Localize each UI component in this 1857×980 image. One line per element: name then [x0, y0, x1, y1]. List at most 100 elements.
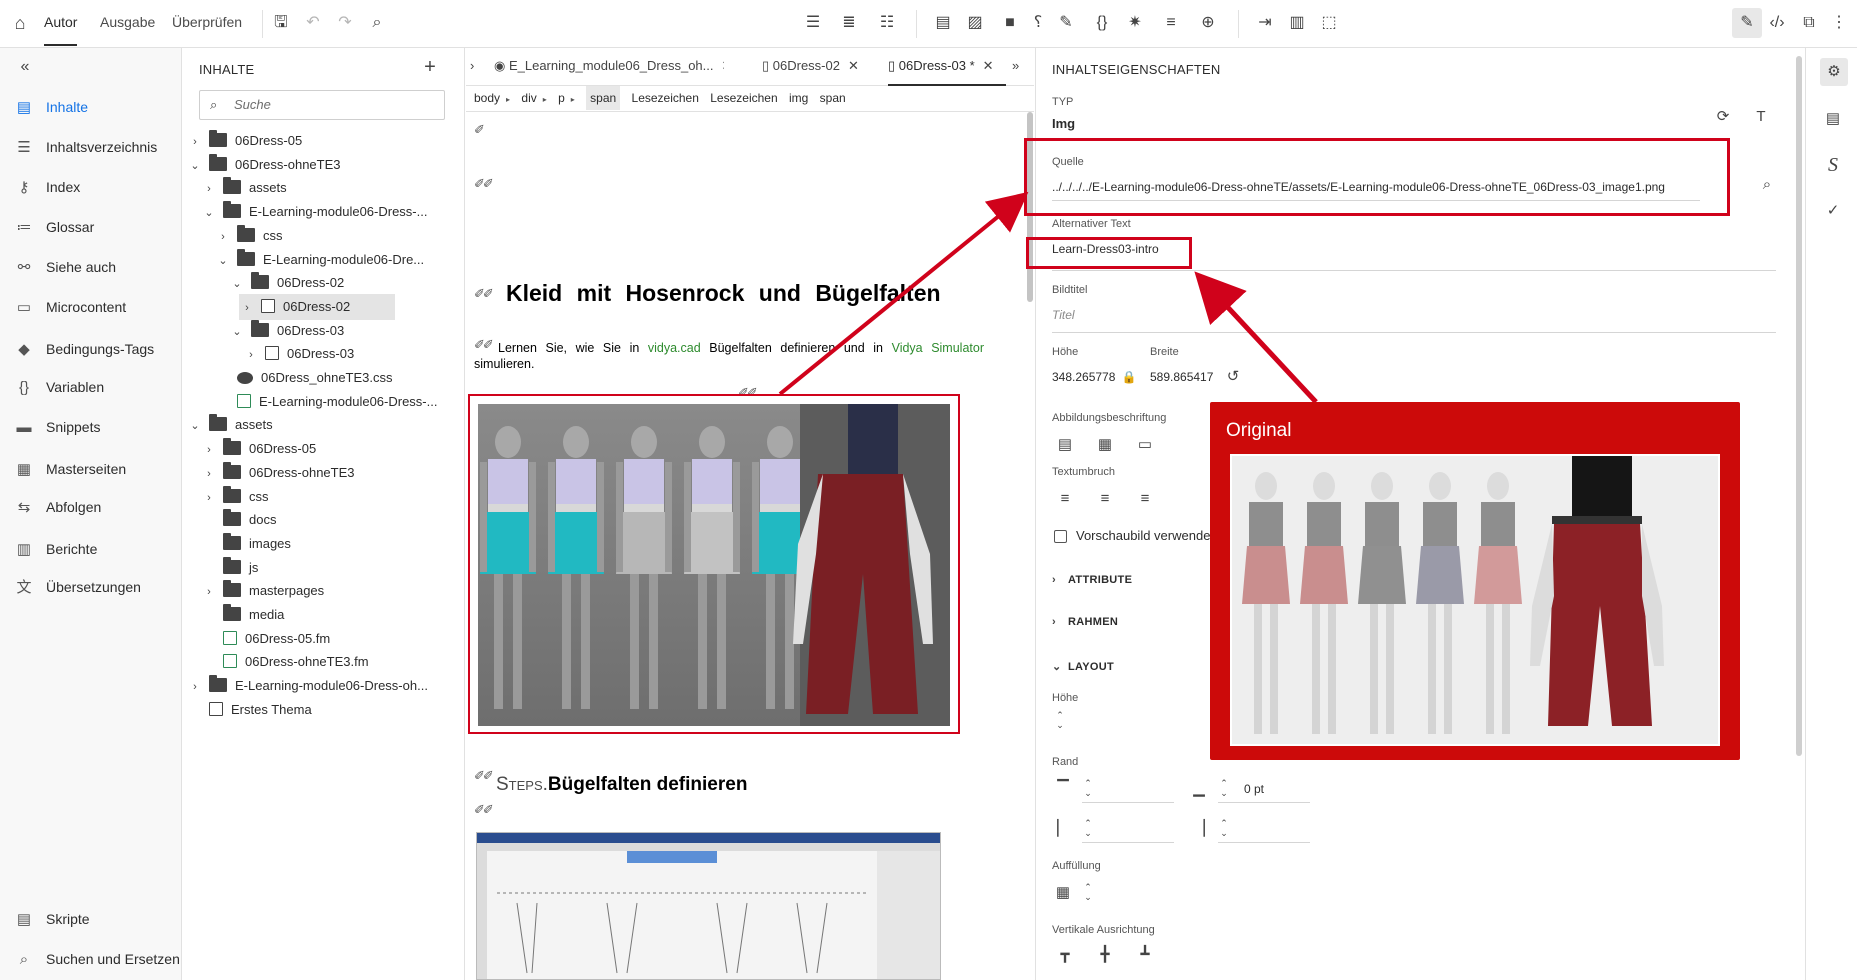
- section-attribute[interactable]: › ATTRIBUTE: [1052, 574, 1132, 586]
- align-bottom-icon[interactable]: ┻: [1134, 944, 1156, 966]
- find-replace-icon[interactable]: ⌕: [366, 12, 388, 34]
- insert-variable-icon[interactable]: {}: [1091, 12, 1113, 34]
- insert-snippet-icon[interactable]: ✷: [1124, 12, 1146, 34]
- add-circle-icon[interactable]: ⊕: [1197, 12, 1219, 34]
- nav-item-masterseiten[interactable]: ▦ Masterseiten: [14, 456, 126, 482]
- preview-icon[interactable]: ⧉: [1798, 12, 1820, 34]
- tree-folder-row[interactable]: ⌄ E-Learning-module06-Dress-...: [201, 199, 463, 225]
- crumb-p[interactable]: p: [558, 86, 565, 110]
- vidya-simulator-link[interactable]: Vidya Simulator: [892, 341, 984, 355]
- crumb-div[interactable]: div: [521, 86, 536, 110]
- nav-item-berichte[interactable]: ▥ Berichte: [14, 536, 97, 562]
- close-icon[interactable]: ✕: [848, 58, 859, 73]
- save-icon[interactable]: 🖫: [270, 12, 292, 34]
- tree-file-row[interactable]: › 06Dress-03: [243, 341, 463, 367]
- nav-item-siehe-auch[interactable]: ⚯ Siehe auch: [14, 254, 116, 280]
- margin-top-stepper[interactable]: ⌃ ⌄: [1082, 778, 1094, 798]
- margin-bottom-value[interactable]: 0 pt: [1244, 782, 1264, 796]
- outdent-list-icon[interactable]: ☷: [876, 12, 898, 34]
- nav-item-abfolgen[interactable]: ⇆ Abfolgen: [14, 494, 102, 520]
- add-icon[interactable]: +: [419, 56, 441, 78]
- intro-paragraph[interactable]: Lernen Sie, wie Sie in vidya.cad Bügelfa…: [474, 340, 984, 372]
- insert-link-icon[interactable]: ✎: [1055, 12, 1077, 34]
- editor-scrollbar[interactable]: [1027, 112, 1033, 302]
- caption-none-icon[interactable]: ▭: [1134, 434, 1156, 456]
- nav-item-inhaltsverzeichnis[interactable]: ☰ Inhaltsverzeichnis: [14, 134, 157, 160]
- wrap-left-icon[interactable]: ≡: [1054, 488, 1076, 510]
- spellcheck-icon[interactable]: ✓: [1822, 200, 1844, 222]
- tree-file-row[interactable]: Erstes Thema: [187, 697, 463, 723]
- search-input[interactable]: ⌕ Suche: [199, 90, 445, 120]
- insert-image-icon[interactable]: ▨: [964, 12, 986, 34]
- insert-table-icon[interactable]: ▤: [932, 12, 954, 34]
- tree-folder-row[interactable]: › masterpages: [201, 578, 463, 604]
- topic-heading[interactable]: Kleid mit Hosenrock und Bügelfalten: [506, 280, 941, 307]
- tab-06dress-03[interactable]: ▯ 06Dress-03 * ✕: [888, 48, 1006, 86]
- align-middle-icon[interactable]: ╋: [1094, 944, 1116, 966]
- steps-heading[interactable]: Steps.Bügelfalten definieren: [476, 774, 747, 796]
- align-top-icon[interactable]: ┳: [1054, 944, 1076, 966]
- lock-icon[interactable]: 🔒: [1118, 366, 1140, 388]
- redo-icon[interactable]: ↷: [334, 12, 356, 34]
- close-icon[interactable]: ✕: [722, 58, 725, 73]
- properties-scrollbar[interactable]: [1796, 56, 1802, 756]
- tree-file-row[interactable]: 06Dress_ohneTE3.css: [215, 365, 463, 391]
- mode-tab-autor[interactable]: Autor: [44, 14, 78, 46]
- insert-symbol-icon[interactable]: ⸮: [1027, 12, 1049, 34]
- tree-folder-row[interactable]: › 06Dress-ohneTE3: [201, 460, 463, 486]
- quelle-field[interactable]: ../../../../E-Learning-module06-Dress-oh…: [1052, 180, 1698, 194]
- page-layout-icon[interactable]: ▥: [1286, 12, 1308, 34]
- wrap-right-icon[interactable]: ≡: [1134, 488, 1156, 510]
- alt-text-field[interactable]: Learn-Dress03-intro: [1052, 242, 1159, 256]
- tab-scroll-left-icon[interactable]: ›: [470, 48, 486, 86]
- tab-overflow-icon[interactable]: »: [1012, 48, 1032, 86]
- crumb-lesezeichen[interactable]: Lesezeichen: [632, 86, 699, 110]
- tree-folder-row[interactable]: media: [201, 602, 463, 628]
- numbered-list-icon[interactable]: ≣: [838, 12, 860, 34]
- reset-size-icon[interactable]: ↺: [1222, 366, 1244, 388]
- crumb-lesezeichen[interactable]: Lesezeichen: [710, 86, 777, 110]
- collapse-chevron-icon[interactable]: «: [14, 56, 36, 78]
- caption-top-icon[interactable]: ▤: [1054, 434, 1076, 456]
- crumb-img[interactable]: img: [789, 86, 808, 110]
- breite-field[interactable]: 589.865417: [1150, 370, 1213, 384]
- section-layout[interactable]: ⌄ LAYOUT: [1052, 660, 1114, 673]
- crumb-body[interactable]: body: [474, 86, 500, 110]
- tree-folder-row[interactable]: ⌄ 06Dress-02: [229, 270, 463, 296]
- nav-item-snippets[interactable]: ▬ Snippets: [14, 414, 101, 440]
- padding-stepper[interactable]: ⌃ ⌄: [1082, 882, 1094, 902]
- nav-item-suchen-ersetzen[interactable]: ⌕ Suchen und Ersetzen: [14, 946, 180, 972]
- nav-item-glossar[interactable]: ≔ Glossar: [14, 214, 95, 240]
- mode-tab-ausgabe[interactable]: Ausgabe: [100, 14, 155, 30]
- bullet-list-icon[interactable]: ☰: [802, 12, 824, 34]
- more-icon[interactable]: ⋮: [1828, 12, 1850, 34]
- tree-folder-row[interactable]: images: [201, 531, 463, 557]
- mode-tab-ueberpruefen[interactable]: Überprüfen: [172, 14, 242, 30]
- topic-properties-icon[interactable]: ▤: [1822, 108, 1844, 130]
- close-icon[interactable]: ✕: [983, 58, 994, 73]
- nav-item-microcontent[interactable]: ▭ Microcontent: [14, 294, 126, 320]
- nav-item-index[interactable]: ⚷ Index: [14, 174, 81, 200]
- tree-folder-row[interactable]: ⌄ assets: [187, 412, 463, 438]
- text-format-icon[interactable]: T: [1750, 106, 1772, 128]
- tree-folder-row[interactable]: › assets: [201, 175, 463, 201]
- caption-bottom-icon[interactable]: ▦: [1094, 434, 1116, 456]
- tree-file-row[interactable]: › 06Dress-02: [239, 294, 395, 320]
- refresh-icon[interactable]: ⟳: [1712, 106, 1734, 128]
- style-icon[interactable]: S: [1822, 154, 1844, 176]
- tree-file-row[interactable]: 06Dress-ohneTE3.fm: [201, 649, 463, 675]
- properties-sliders-icon[interactable]: ⚙: [1820, 58, 1848, 86]
- software-screenshot-image[interactable]: [476, 832, 941, 980]
- tree-folder-row[interactable]: › 06Dress-05: [187, 128, 463, 154]
- wrap-center-icon[interactable]: ≡: [1094, 488, 1116, 510]
- insert-gallery-icon[interactable]: ≡: [1160, 12, 1182, 34]
- margin-bottom-stepper[interactable]: ⌃ ⌄: [1218, 778, 1230, 798]
- tree-folder-row[interactable]: › css: [215, 223, 463, 249]
- margin-right-stepper[interactable]: ⌃ ⌄: [1218, 818, 1230, 838]
- tab-e-learning-module[interactable]: ◉ E_Learning_module06_Dress_oh...✕: [494, 48, 724, 86]
- crumb-span[interactable]: span: [820, 86, 846, 110]
- vorschau-checkbox[interactable]: [1054, 530, 1067, 543]
- nav-item-uebersetzungen[interactable]: 文 Übersetzungen: [14, 574, 140, 600]
- tree-folder-row[interactable]: › 06Dress-05: [201, 436, 463, 462]
- bildtitel-field[interactable]: Titel: [1052, 308, 1075, 322]
